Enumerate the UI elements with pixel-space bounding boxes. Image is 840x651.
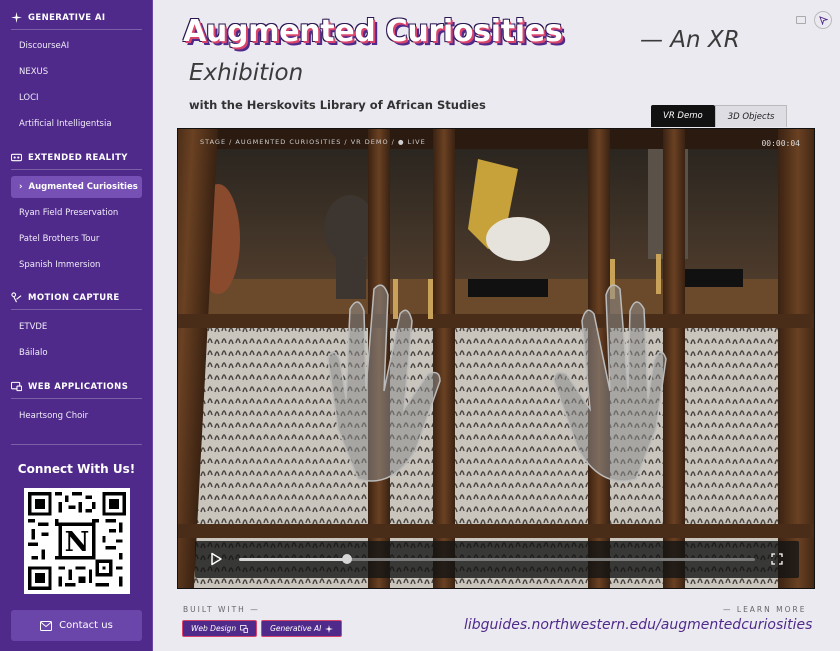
sparkle-icon (11, 12, 22, 23)
sidebar-item-nexus[interactable]: NEXUS (11, 61, 142, 83)
qr-code-image: N (28, 492, 126, 590)
media-tabs: VR Demo 3D Objects (651, 105, 788, 127)
divider (11, 398, 142, 399)
tab-3d-objects[interactable]: 3D Objects (714, 105, 788, 127)
sidebar-item-heartsong-choir[interactable]: Heartsong Choir (11, 405, 142, 427)
divider (11, 444, 142, 445)
section-header-web-applications: Web Applications (11, 381, 128, 392)
chip-label: Web Design (191, 624, 237, 633)
sidebar-item-ryan-field-preservation[interactable]: Ryan Field Preservation (11, 202, 142, 224)
browser-icon (11, 381, 22, 392)
section-header-generative-ai: Generative AI (11, 12, 105, 23)
headset-icon (11, 153, 22, 162)
sidebar-item-loci[interactable]: LOCI (11, 87, 142, 109)
video-frame (178, 129, 814, 588)
divider (11, 29, 142, 30)
video-progress-fill (239, 558, 348, 561)
title-suffix-line2: Exhibition (189, 60, 304, 86)
sidebar-item-artificial-intelligentsia[interactable]: Artificial Intelligentsia (11, 113, 142, 135)
top-right-controls (796, 11, 832, 29)
sidebar-item-etvde[interactable]: ETVDE (11, 316, 142, 338)
divider (11, 309, 142, 310)
sidebar-item-bailalo[interactable]: Báilalo (11, 342, 142, 364)
play-icon[interactable] (209, 552, 223, 566)
video-player[interactable]: Stage / Augmented Curiosities / VR Demo … (177, 128, 815, 589)
motion-icon (11, 292, 22, 303)
video-timecode: 00:00:04 (761, 139, 800, 148)
fullscreen-icon[interactable] (771, 553, 783, 565)
cursor-button[interactable] (814, 11, 832, 29)
video-progress-track[interactable] (239, 554, 755, 564)
sidebar-item-spanish-immersion[interactable]: Spanish Immersion (11, 254, 142, 276)
section-header-extended-reality: Extended Reality (11, 152, 128, 163)
section-title: Motion Capture (28, 292, 120, 303)
learn-more-link[interactable]: libguides.northwestern.edu/augmentedcuri… (464, 617, 812, 633)
sidebar-item-patel-brothers-tour[interactable]: Patel Brothers Tour (11, 228, 142, 250)
svg-text:N: N (65, 527, 90, 558)
section-title: Generative AI (28, 12, 106, 23)
tech-chips: Web Design Generative AI (182, 620, 343, 637)
contact-button[interactable]: Contact us (11, 610, 142, 641)
chip-label: Generative AI (270, 624, 322, 633)
video-hud-breadcrumb: Stage / Augmented Curiosities / VR Demo … (200, 138, 426, 146)
video-controls (195, 541, 799, 578)
contact-button-label: Contact us (59, 620, 113, 631)
section-title: Web Applications (28, 381, 129, 392)
sidebar-item-augmented-curiosities[interactable]: Augmented Curiosities (11, 176, 142, 198)
sidebar: Generative AI DiscourseAI NEXUS LOCI Art… (0, 0, 153, 651)
connect-title: Connect With Us! (17, 462, 136, 476)
title-main: Augmented Curiosities (183, 14, 563, 49)
browser-icon (240, 624, 248, 633)
section-header-motion-capture: Motion Capture (11, 292, 120, 303)
tab-vr-demo[interactable]: VR Demo (651, 105, 715, 127)
cursor-icon (818, 15, 828, 25)
built-with-label: BUILT WITH — (183, 605, 260, 614)
panel-toggle-icon[interactable] (796, 16, 806, 24)
chip-generative-ai[interactable]: Generative AI (261, 620, 343, 637)
title-suffix-line1: — An XR (640, 27, 740, 53)
sparkle-icon (325, 624, 334, 633)
learn-more-label: — LEARN MORE (723, 605, 807, 614)
divider (11, 169, 142, 170)
chip-web-design[interactable]: Web Design (182, 620, 258, 637)
sidebar-item-discourseai[interactable]: DiscourseAI (11, 35, 142, 57)
page-subtitle: with the Herskovits Library of African S… (189, 98, 486, 112)
section-title: Extended Reality (28, 152, 128, 163)
mail-icon (40, 620, 53, 631)
qr-code[interactable]: N (24, 488, 130, 594)
video-progress-handle[interactable] (342, 554, 353, 564)
